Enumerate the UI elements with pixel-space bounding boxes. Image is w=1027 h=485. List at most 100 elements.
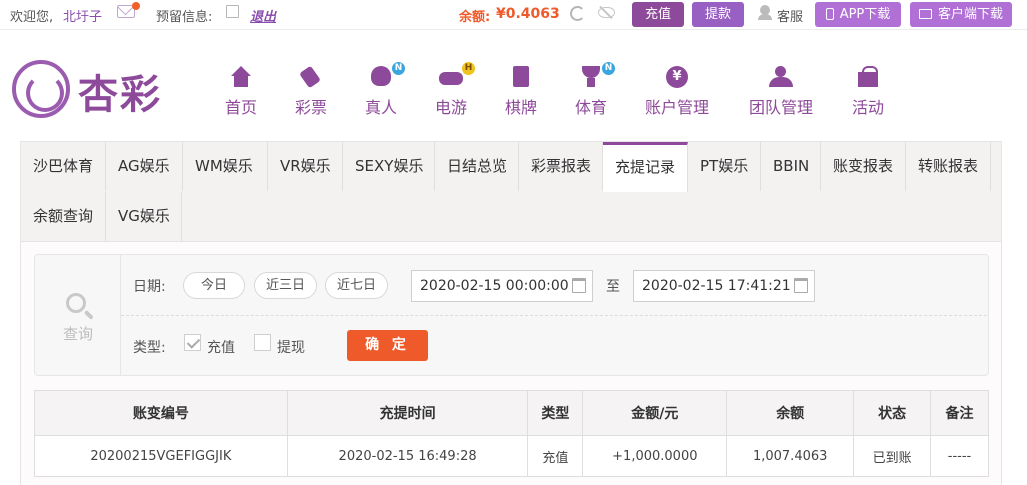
cards-icon	[509, 66, 533, 88]
nav-live[interactable]: N 真人	[361, 62, 405, 118]
gift-icon	[856, 66, 880, 88]
cell-time: 2020-02-15 16:49:28	[286, 435, 529, 477]
date-label: 日期:	[133, 279, 166, 295]
tab-balance-query[interactable]: 余额查询	[21, 192, 106, 241]
quick-range-today[interactable]: 今日	[183, 272, 245, 299]
table-header-row: 账变编号 充提时间 类型 金额/元 余额 状态 备注	[34, 390, 989, 436]
tab-balance-change[interactable]: 账变报表	[821, 142, 906, 191]
type-label: 类型:	[133, 340, 166, 356]
nav-lottery[interactable]: 彩票	[291, 66, 331, 118]
col-balance: 余额	[726, 390, 855, 436]
customer-service-link[interactable]: 客服	[777, 6, 803, 25]
new-badge: N	[392, 62, 405, 75]
hide-balance-icon[interactable]	[598, 7, 615, 18]
username-link[interactable]: 北圩子	[63, 6, 102, 25]
cell-transaction-id: 20200215VGEFIGGJIK	[34, 435, 288, 477]
edit-icon[interactable]	[226, 5, 239, 18]
tab-sexy[interactable]: SEXY娱乐	[343, 142, 435, 191]
nav-promotions[interactable]: 活动	[848, 66, 888, 118]
nav-label: 账户管理	[644, 98, 709, 117]
top-bar: 欢迎您, 北圩子 预留信息: 退出 余额: ¥0.4063 充值 提款 客服 A…	[0, 0, 1027, 30]
start-date-input[interactable]: 2020-02-15 00:00:00	[411, 270, 593, 302]
query-side-label: 查询	[62, 325, 93, 343]
tab-wm[interactable]: WM娱乐	[183, 142, 268, 191]
recharge-button[interactable]: 充值	[632, 2, 684, 27]
nav-label: 电游	[434, 98, 467, 117]
phone-icon	[825, 8, 834, 20]
tab-bbin[interactable]: BBIN	[761, 142, 821, 191]
col-type: 类型	[527, 390, 584, 436]
customer-service-icon[interactable]	[758, 5, 772, 20]
withdraw-button[interactable]: 提款	[692, 2, 744, 27]
yuan-coin-icon	[665, 66, 689, 88]
team-icon	[769, 66, 793, 88]
nav-label: 团队管理	[748, 98, 813, 117]
quick-range-7days[interactable]: 近七日	[325, 272, 388, 299]
type-recharge-checkbox[interactable]	[184, 334, 201, 351]
client-download-label: 客户端下载	[937, 7, 1003, 22]
logo-mark-icon	[12, 60, 70, 118]
confirm-button[interactable]: 确 定	[347, 330, 428, 361]
table-row: 20200215VGEFIGGJIK 2020-02-15 16:49:28 充…	[34, 435, 989, 477]
hot-badge: H	[462, 62, 475, 75]
tab-ag[interactable]: AG娱乐	[106, 142, 183, 191]
cell-amount: +1,000.0000	[582, 435, 728, 477]
cell-balance: 1,007.4063	[726, 435, 855, 477]
cell-type: 充值	[527, 435, 584, 477]
nav-account[interactable]: 账户管理	[641, 66, 713, 118]
app-download-label: APP下载	[839, 7, 891, 22]
query-divider	[121, 315, 987, 316]
ticket-icon	[299, 66, 323, 88]
report-tabs: 沙巴体育 AG娱乐 WM娱乐 VR娱乐 SEXY娱乐 日结总览 彩票报表 充提记…	[21, 142, 1001, 242]
nav-label: 首页	[224, 98, 257, 117]
col-time: 充提时间	[286, 390, 529, 436]
tab-transfer-report[interactable]: 转账报表	[906, 142, 991, 191]
monitor-icon	[918, 9, 932, 19]
nav-cards[interactable]: 棋牌	[501, 66, 541, 118]
nav-sports[interactable]: N 体育	[571, 62, 615, 118]
col-remark: 备注	[930, 390, 989, 436]
nav-home[interactable]: 首页	[221, 66, 261, 118]
cell-remark: -----	[930, 435, 989, 477]
type-withdraw-checkbox[interactable]	[254, 334, 271, 351]
nav-label: 活动	[851, 98, 884, 117]
reserved-info-label: 预留信息:	[156, 10, 213, 25]
new-badge: N	[602, 62, 615, 75]
quick-range-3days[interactable]: 近三日	[254, 272, 317, 299]
start-date-value: 2020-02-15 00:00:00	[420, 278, 569, 294]
end-date-input[interactable]: 2020-02-15 17:41:21	[633, 270, 815, 302]
type-recharge-label[interactable]: 充值	[207, 337, 235, 357]
trophy-icon: N	[579, 62, 615, 88]
nav-team[interactable]: 团队管理	[745, 66, 817, 118]
balance-value: ¥0.4063	[496, 6, 560, 22]
tab-deposit-withdraw[interactable]: 充提记录	[603, 142, 688, 192]
tab-vg[interactable]: VG娱乐	[106, 192, 182, 241]
unread-dot	[132, 2, 140, 10]
nav-label: 棋牌	[504, 98, 537, 117]
end-date-value: 2020-02-15 17:41:21	[642, 278, 791, 294]
col-transaction-id: 账变编号	[34, 390, 288, 436]
tab-vr[interactable]: VR娱乐	[268, 142, 343, 191]
calendar-icon[interactable]	[572, 278, 586, 293]
nav-egames[interactable]: H 电游	[431, 62, 475, 118]
client-download-button[interactable]: 客户端下载	[910, 2, 1012, 27]
tab-saba-sports[interactable]: 沙巴体育	[21, 142, 106, 191]
nav-label: 体育	[574, 98, 607, 117]
app-download-button[interactable]: APP下载	[815, 2, 901, 27]
col-amount: 金额/元	[582, 390, 728, 436]
home-icon	[229, 66, 253, 88]
site-logo[interactable]: 杏彩	[12, 58, 162, 122]
nav-label: 真人	[364, 98, 397, 117]
tab-daily-summary[interactable]: 日结总览	[435, 142, 519, 191]
calendar-icon[interactable]	[794, 278, 808, 293]
query-form: 查询 日期: 今日 近三日 近七日 2020-02-15 00:00:00 至 …	[34, 254, 989, 376]
refresh-icon[interactable]	[570, 6, 585, 21]
logo-text: 杏彩	[78, 71, 162, 118]
report-panel: 沙巴体育 AG娱乐 WM娱乐 VR娱乐 SEXY娱乐 日结总览 彩票报表 充提记…	[20, 141, 1002, 485]
range-separator: 至	[606, 279, 620, 295]
type-withdraw-label[interactable]: 提现	[277, 337, 305, 357]
welcome-text: 欢迎您,	[10, 10, 54, 25]
logout-link[interactable]: 退出	[250, 6, 276, 25]
tab-pt[interactable]: PT娱乐	[688, 142, 761, 191]
tab-lottery-report[interactable]: 彩票报表	[519, 142, 603, 191]
